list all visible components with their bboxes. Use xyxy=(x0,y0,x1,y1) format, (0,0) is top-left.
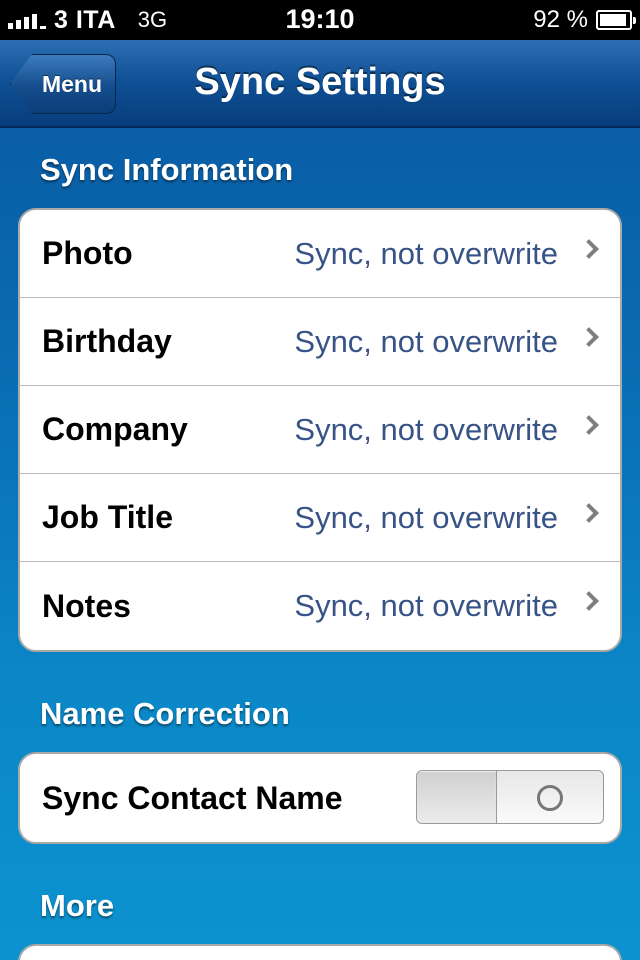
section-header-sync-information: Sync Information xyxy=(40,152,294,187)
chevron-right-icon xyxy=(579,239,599,259)
sync-contact-name-toggle[interactable] xyxy=(416,770,604,824)
name-correction-group: Sync Contact Name xyxy=(18,752,622,844)
navigation-bar: Menu Sync Settings xyxy=(0,40,640,128)
more-group xyxy=(18,944,622,960)
section-header-more: More xyxy=(40,888,115,923)
section-header-name-correction: Name Correction xyxy=(40,696,290,731)
row-label: Photo xyxy=(42,235,133,271)
chevron-right-icon xyxy=(579,415,599,435)
setting-row-photo[interactable]: Photo Sync, not overwrite xyxy=(20,210,620,298)
chevron-right-icon xyxy=(579,591,599,611)
chevron-right-icon xyxy=(579,327,599,347)
row-value: Sync, not overwrite xyxy=(294,499,558,535)
chevron-right-icon xyxy=(579,503,599,523)
row-label: Company xyxy=(42,411,188,447)
setting-row-company[interactable]: Company Sync, not overwrite xyxy=(20,386,620,474)
setting-row-birthday[interactable]: Birthday Sync, not overwrite xyxy=(20,298,620,386)
battery-icon xyxy=(596,10,636,30)
battery-level xyxy=(600,14,626,26)
row-label: Sync Contact Name xyxy=(42,779,343,816)
row-value: Sync, not overwrite xyxy=(294,323,558,359)
row-label: Job Title xyxy=(42,499,173,535)
row-value: Sync, not overwrite xyxy=(294,235,558,271)
row-label: Notes xyxy=(42,587,131,624)
toggle-off-icon xyxy=(537,785,563,811)
setting-row-job-title[interactable]: Job Title Sync, not overwrite xyxy=(20,474,620,562)
setting-row-notes[interactable]: Notes Sync, not overwrite xyxy=(20,562,620,650)
sync-information-group: Photo Sync, not overwrite Birthday Sync,… xyxy=(18,208,622,652)
toggle-knob[interactable] xyxy=(417,771,497,823)
page-title: Sync Settings xyxy=(194,61,446,103)
row-value: Sync, not overwrite xyxy=(294,411,558,447)
row-value: Sync, not overwrite xyxy=(294,588,558,623)
status-bar: 3 ITA 3G 19:10 92 % xyxy=(0,0,640,40)
battery-percent: 92 % xyxy=(533,6,588,33)
row-label: Birthday xyxy=(42,323,172,359)
setting-row-sync-contact-name: Sync Contact Name xyxy=(20,754,620,842)
